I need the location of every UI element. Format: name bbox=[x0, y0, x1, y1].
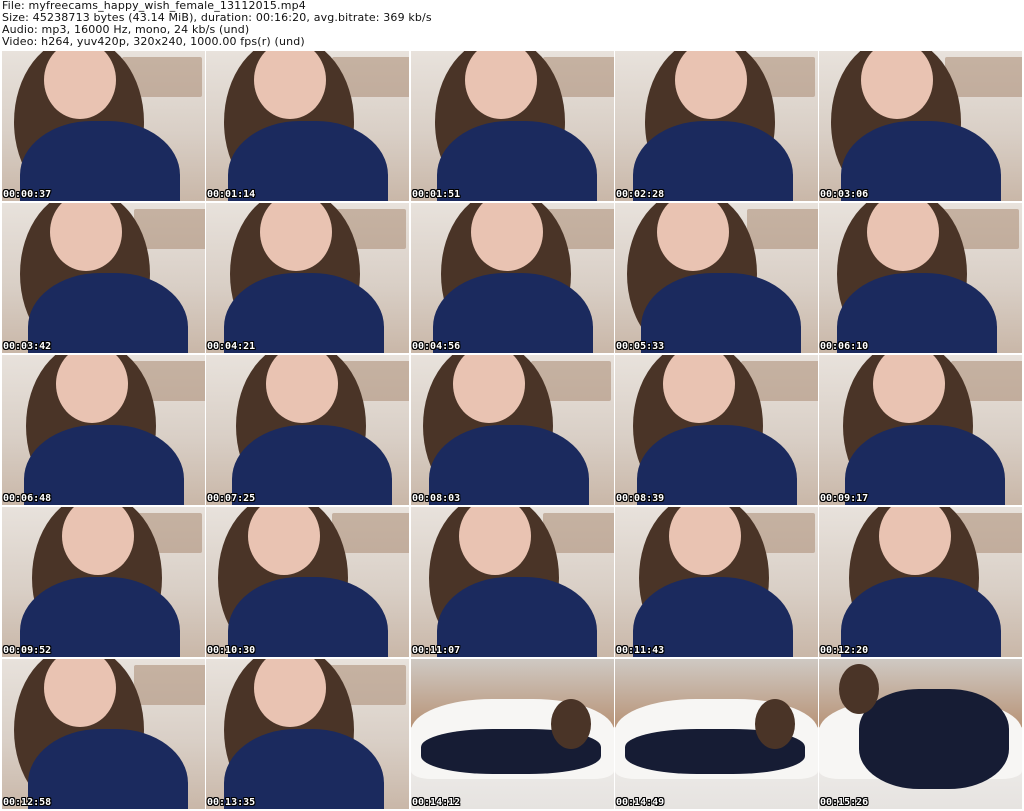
timestamp-label: 00:11:07 bbox=[412, 645, 461, 656]
timestamp-label: 00:11:43 bbox=[616, 645, 665, 656]
thumbnail-frame: 00:12:58 bbox=[2, 659, 205, 809]
timestamp-label: 00:04:21 bbox=[207, 341, 256, 352]
video-info-line: Video: h264, yuv420p, 320x240, 1000.00 f… bbox=[2, 35, 305, 48]
timestamp-label: 00:14:49 bbox=[616, 797, 665, 808]
timestamp-label: 00:09:17 bbox=[820, 493, 869, 504]
timestamp-label: 00:03:42 bbox=[3, 341, 52, 352]
timestamp-label: 00:02:28 bbox=[616, 189, 665, 200]
thumbnail-frame: 00:05:33 bbox=[615, 203, 818, 353]
timestamp-label: 00:08:39 bbox=[616, 493, 665, 504]
timestamp-label: 00:07:25 bbox=[207, 493, 256, 504]
thumbnail-frame: 00:09:17 bbox=[819, 355, 1022, 505]
thumbnail-frame: 00:06:10 bbox=[819, 203, 1022, 353]
thumbnail-frame: 00:07:25 bbox=[206, 355, 409, 505]
thumbnail-frame: 00:11:43 bbox=[615, 507, 818, 657]
thumbnail-frame: 00:09:52 bbox=[2, 507, 205, 657]
file-info-header: File: myfreecams_happy_wish_female_13112… bbox=[2, 0, 1022, 50]
timestamp-label: 00:01:51 bbox=[412, 189, 461, 200]
timestamp-label: 00:03:06 bbox=[820, 189, 869, 200]
timestamp-label: 00:00:37 bbox=[3, 189, 52, 200]
hair-shape bbox=[839, 664, 879, 714]
hair-shape bbox=[551, 699, 591, 749]
thumbnail-frame: 00:03:06 bbox=[819, 51, 1022, 201]
timestamp-label: 00:12:58 bbox=[3, 797, 52, 808]
timestamp-label: 00:05:33 bbox=[616, 341, 665, 352]
thumbnail-grid: 00:00:37 00:01:14 00:01:51 00:02:28 00:03:06… bbox=[0, 51, 1024, 811]
thumbnail-frame: 00:12:20 bbox=[819, 507, 1022, 657]
thumbnail-frame: 00:14:12 bbox=[411, 659, 614, 809]
timestamp-label: 00:13:35 bbox=[207, 797, 256, 808]
timestamp-label: 00:08:03 bbox=[412, 493, 461, 504]
thumbnail-frame: 00:15:26 bbox=[819, 659, 1022, 809]
timestamp-label: 00:01:14 bbox=[207, 189, 256, 200]
thumbnail-frame: 00:13:35 bbox=[206, 659, 409, 809]
thumbnail-frame: 00:02:28 bbox=[615, 51, 818, 201]
timestamp-label: 00:06:48 bbox=[3, 493, 52, 504]
background-shelf bbox=[134, 665, 205, 705]
timestamp-label: 00:14:12 bbox=[412, 797, 461, 808]
thumbnail-frame: 00:08:39 bbox=[615, 355, 818, 505]
thumbnail-frame: 00:06:48 bbox=[2, 355, 205, 505]
thumbnail-frame: 00:14:49 bbox=[615, 659, 818, 809]
timestamp-label: 00:09:52 bbox=[3, 645, 52, 656]
thumbnail-frame: 00:01:14 bbox=[206, 51, 409, 201]
timestamp-label: 00:04:56 bbox=[412, 341, 461, 352]
thumbnail-frame: 00:11:07 bbox=[411, 507, 614, 657]
timestamp-label: 00:10:30 bbox=[207, 645, 256, 656]
thumbnail-frame: 00:03:42 bbox=[2, 203, 205, 353]
thumbnail-frame: 00:08:03 bbox=[411, 355, 614, 505]
legs-shape bbox=[859, 689, 1009, 789]
thumbnail-frame: 00:04:56 bbox=[411, 203, 614, 353]
thumbnail-frame: 00:01:51 bbox=[411, 51, 614, 201]
timestamp-label: 00:15:26 bbox=[820, 797, 869, 808]
timestamp-label: 00:06:10 bbox=[820, 341, 869, 352]
thumbnail-frame: 00:04:21 bbox=[206, 203, 409, 353]
thumbnail-frame: 00:10:30 bbox=[206, 507, 409, 657]
timestamp-label: 00:12:20 bbox=[820, 645, 869, 656]
thumbnail-frame: 00:00:37 bbox=[2, 51, 205, 201]
background-shelf bbox=[747, 209, 818, 249]
hair-shape bbox=[755, 699, 795, 749]
